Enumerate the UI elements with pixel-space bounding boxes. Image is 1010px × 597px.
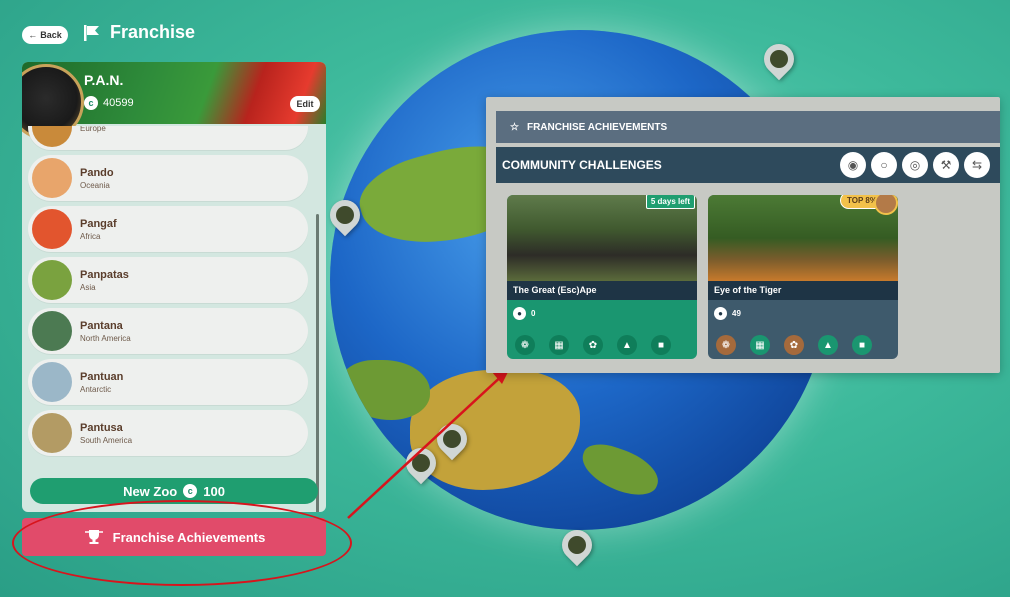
participants: ● 0 (513, 307, 535, 320)
reward-icons: ❁ ▦ ✿ ▲ ■ (716, 335, 872, 355)
swap-icon[interactable]: ⇆ (964, 152, 990, 178)
hat-icon: ■ (852, 335, 872, 355)
paw-icon: ✿ (583, 335, 603, 355)
section-title: COMMUNITY CHALLENGES (502, 158, 662, 172)
trophy-icon: ☆ (510, 121, 519, 133)
paw-icon: ✿ (784, 335, 804, 355)
achievements-panel: ☆ FRANCHISE ACHIEVEMENTS COMMUNITY CHALL… (486, 97, 1000, 373)
building-icon: ▦ (549, 335, 569, 355)
leaf-icon: ❁ (716, 335, 736, 355)
medal-icon[interactable]: ○ (871, 152, 897, 178)
shirt-icon: ▲ (617, 335, 637, 355)
building-icon: ▦ (750, 335, 770, 355)
challenge-card-tiger[interactable]: TOP 8% Eye of the Tiger ● 49 ❁ ▦ ✿ ▲ ■ (708, 195, 898, 359)
person-icon: ● (513, 307, 526, 320)
globe-icon[interactable]: ◎ (902, 152, 928, 178)
person-icon: ● (714, 307, 727, 320)
hat-icon: ■ (651, 335, 671, 355)
participants: ● 49 (714, 307, 741, 320)
animal-icon[interactable]: ◉ (840, 152, 866, 178)
achievements-header: ☆ FRANCHISE ACHIEVEMENTS (496, 111, 1000, 143)
time-remaining-badge: 5 days left (645, 195, 695, 209)
challenge-card-escape[interactable]: 5 days left The Great (Esc)Ape ● 0 ❁ ▦ ✿… (507, 195, 697, 359)
shirt-icon: ▲ (818, 335, 838, 355)
challenge-title: Eye of the Tiger (708, 281, 898, 300)
community-challenges-bar: COMMUNITY CHALLENGES ◉ ○ ◎ ⚒ ⇆ (496, 147, 1000, 183)
gavel-icon[interactable]: ⚒ (933, 152, 959, 178)
reward-icons: ❁ ▦ ✿ ▲ ■ (515, 335, 671, 355)
challenge-filter-icons[interactable]: ◉ ○ ◎ ⚒ ⇆ (840, 152, 990, 178)
leaf-icon: ❁ (515, 335, 535, 355)
challenge-title: The Great (Esc)Ape (507, 281, 697, 300)
